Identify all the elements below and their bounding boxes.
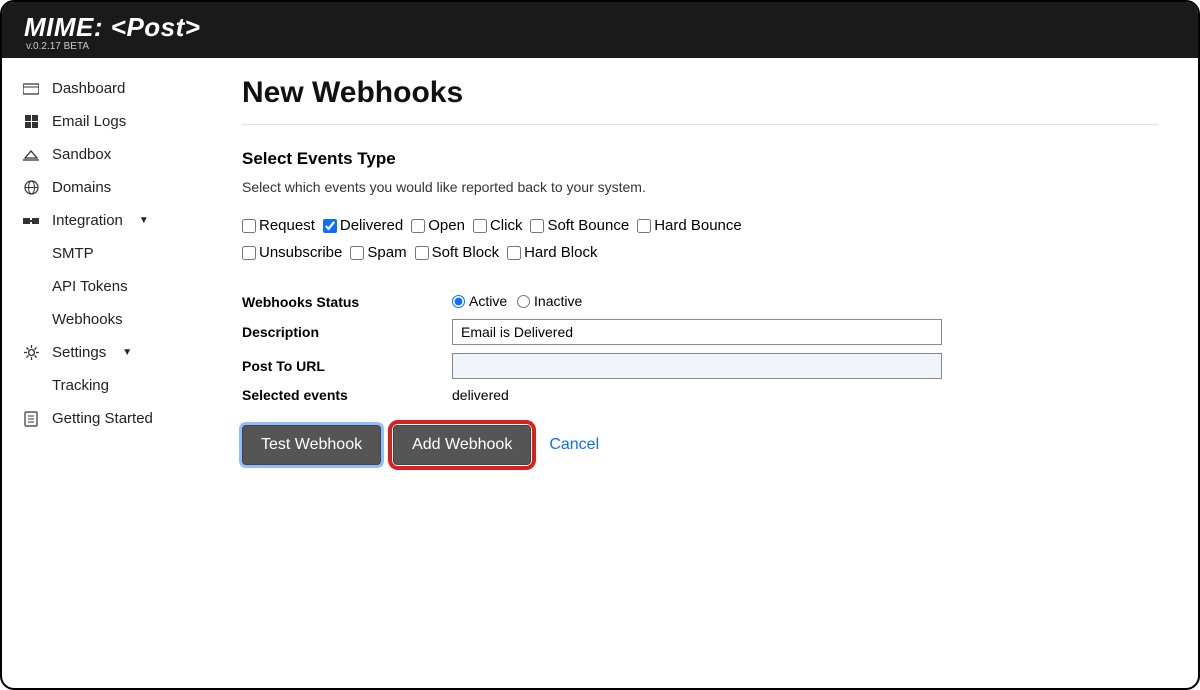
app-header: MIME: <Post> v.0.2.17 BETA: [2, 2, 1198, 58]
events-row-1: Request Delivered Open Click Soft Bounce…: [242, 217, 1158, 234]
button-row: Test Webhook Add Webhook Cancel: [242, 425, 1158, 465]
brand-title: MIME: <Post>: [24, 12, 1176, 43]
sidebar-item-label: Tracking: [52, 377, 109, 394]
sidebar-item-label: Email Logs: [52, 113, 126, 130]
main-content: New Webhooks Select Events Type Select w…: [212, 58, 1198, 686]
checkbox-request[interactable]: Request: [242, 217, 315, 234]
events-row-2: Unsubscribe Spam Soft Block Hard Block: [242, 244, 1158, 261]
sidebar-sub-webhooks[interactable]: Webhooks: [2, 303, 211, 336]
sidebar-sub-smtp[interactable]: SMTP: [2, 237, 211, 270]
checkbox-input[interactable]: [411, 219, 425, 233]
sidebar-sub-tracking[interactable]: Tracking: [2, 369, 211, 402]
doc-icon: [22, 411, 40, 427]
events-section-desc: Select which events you would like repor…: [242, 179, 1158, 195]
sidebar-item-label: API Tokens: [52, 278, 128, 295]
checkbox-delivered[interactable]: Delivered: [323, 217, 403, 234]
radio-input[interactable]: [517, 295, 530, 308]
sidebar-sub-api-tokens[interactable]: API Tokens: [2, 270, 211, 303]
checkbox-input[interactable]: [350, 246, 364, 260]
checkbox-input[interactable]: [242, 219, 256, 233]
selected-events-label: Selected events: [242, 387, 452, 403]
dashboard-icon: [22, 82, 40, 96]
sidebar-item-label: SMTP: [52, 245, 94, 262]
radio-input[interactable]: [452, 295, 465, 308]
sidebar-item-integration[interactable]: Integration ▼: [2, 204, 211, 237]
sidebar-item-label: Domains: [52, 179, 111, 196]
radio-active[interactable]: Active: [452, 293, 507, 309]
post-url-input[interactable]: [452, 353, 942, 379]
globe-icon: [22, 180, 40, 195]
form-grid: Webhooks Status Active Inactive Descript…: [242, 293, 1158, 403]
test-webhook-button[interactable]: Test Webhook: [242, 425, 381, 465]
events-section-title: Select Events Type: [242, 149, 1158, 169]
sidebar-item-domains[interactable]: Domains: [2, 171, 211, 204]
sidebar-item-label: Integration: [52, 212, 123, 229]
gear-icon: [22, 345, 40, 360]
cancel-link[interactable]: Cancel: [549, 436, 599, 454]
sidebar-item-label: Webhooks: [52, 311, 123, 328]
checkbox-hard-block[interactable]: Hard Block: [507, 244, 597, 261]
checkbox-input[interactable]: [323, 219, 337, 233]
selected-events-value: delivered: [452, 387, 1158, 403]
integration-icon: [22, 215, 40, 227]
checkbox-hard-bounce[interactable]: Hard Bounce: [637, 217, 742, 234]
checkbox-soft-bounce[interactable]: Soft Bounce: [530, 217, 629, 234]
sidebar-item-label: Getting Started: [52, 410, 153, 427]
checkbox-spam[interactable]: Spam: [350, 244, 406, 261]
checkbox-input[interactable]: [473, 219, 487, 233]
sidebar: Dashboard Email Logs Sandbox Domains Int: [2, 58, 212, 686]
status-label: Webhooks Status: [242, 294, 452, 310]
url-label: Post To URL: [242, 358, 452, 374]
radio-inactive[interactable]: Inactive: [517, 293, 582, 309]
sidebar-item-sandbox[interactable]: Sandbox: [2, 138, 211, 171]
sidebar-item-label: Settings: [52, 344, 106, 361]
sidebar-item-label: Sandbox: [52, 146, 111, 163]
description-input[interactable]: [452, 319, 942, 345]
sidebar-item-label: Dashboard: [52, 80, 125, 97]
checkbox-unsubscribe[interactable]: Unsubscribe: [242, 244, 342, 261]
sidebar-item-getting-started[interactable]: Getting Started: [2, 402, 211, 435]
checkbox-input[interactable]: [242, 246, 256, 260]
checkbox-input[interactable]: [637, 219, 651, 233]
add-webhook-button[interactable]: Add Webhook: [393, 425, 531, 465]
caret-down-icon: ▼: [122, 347, 132, 358]
checkbox-input[interactable]: [507, 246, 521, 260]
caret-down-icon: ▼: [139, 215, 149, 226]
checkbox-open[interactable]: Open: [411, 217, 465, 234]
checkbox-click[interactable]: Click: [473, 217, 523, 234]
description-label: Description: [242, 324, 452, 340]
sidebar-item-email-logs[interactable]: Email Logs: [2, 105, 211, 138]
sidebar-item-dashboard[interactable]: Dashboard: [2, 72, 211, 105]
logs-icon: [22, 114, 40, 129]
checkbox-soft-block[interactable]: Soft Block: [415, 244, 500, 261]
sandbox-icon: [22, 148, 40, 162]
sidebar-item-settings[interactable]: Settings ▼: [2, 336, 211, 369]
checkbox-input[interactable]: [530, 219, 544, 233]
checkbox-input[interactable]: [415, 246, 429, 260]
page-title: New Webhooks: [242, 76, 1158, 125]
